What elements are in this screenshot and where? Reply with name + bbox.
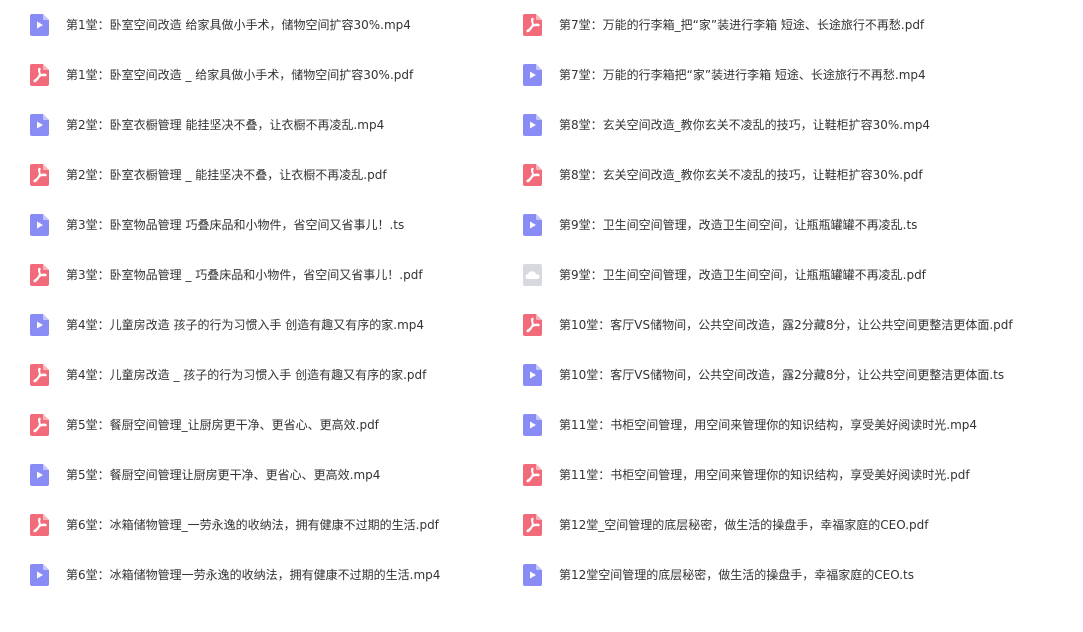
file-name: 第4堂：儿童房改造 孩子的行为习惯入手 创造有趣又有序的家.mp4	[66, 318, 425, 332]
pdf-icon	[523, 14, 542, 36]
file-name: 第4堂：儿童房改造 _ 孩子的行为习惯入手 创造有趣又有序的家.pdf	[66, 368, 427, 382]
pdf-icon	[30, 514, 49, 536]
pdf-icon	[30, 414, 49, 436]
file-name: 第10堂：客厅VS储物间，公共空间改造，露2分藏8分，让公共空间更整洁更体面.p…	[559, 318, 1013, 332]
pdf-icon	[30, 164, 49, 186]
file-item[interactable]: 第2堂：卧室衣橱管理 能挂坚决不叠，让衣橱不再凌乱.mp4	[30, 111, 384, 139]
file-name: 第5堂：餐厨空间管理让厨房更干净、更省心、更高效.mp4	[66, 468, 381, 482]
video-icon	[30, 14, 49, 36]
file-item[interactable]: 第10堂：客厅VS储物间，公共空间改造，露2分藏8分，让公共空间更整洁更体面.p…	[523, 311, 1013, 339]
file-item[interactable]: 第2堂：卧室衣橱管理 _ 能挂坚决不叠，让衣橱不再凌乱.pdf	[30, 161, 387, 189]
video-icon	[523, 364, 542, 386]
file-name: 第11堂：书柜空间管理，用空间来管理你的知识结构，享受美好阅读时光.mp4	[559, 418, 978, 432]
video-icon	[523, 414, 542, 436]
file-list: 第1堂：卧室空间改造 给家具做小手术，储物空间扩容30%.mp4 第1堂：卧室空间…	[0, 0, 1083, 632]
file-name: 第5堂：餐厨空间管理_让厨房更干净、更省心、更高效.pdf	[66, 418, 379, 432]
video-icon	[30, 114, 49, 136]
file-name: 第7堂：万能的行李箱把“家”装进行李箱 短途、长途旅行不再愁.mp4	[559, 68, 926, 82]
file-name: 第3堂：卧室物品管理 _ 巧叠床品和小物件，省空间又省事儿！.pdf	[66, 268, 423, 282]
pdf-icon	[523, 164, 542, 186]
file-name: 第7堂：万能的行李箱_把“家”装进行李箱 短途、长途旅行不再愁.pdf	[559, 18, 925, 32]
file-item[interactable]: 第3堂：卧室物品管理 巧叠床品和小物件，省空间又省事儿！.ts	[30, 211, 404, 239]
file-item[interactable]: 第9堂：卫生间空间管理，改造卫生间空间，让瓶瓶罐罐不再凌乱.pdf	[523, 261, 926, 289]
file-item[interactable]: 第12堂空间管理的底层秘密，做生活的操盘手，幸福家庭的CEO.ts	[523, 561, 914, 589]
file-name: 第6堂：冰箱储物管理_一劳永逸的收纳法，拥有健康不过期的生活.pdf	[66, 518, 439, 532]
file-name: 第9堂：卫生间空间管理，改造卫生间空间，让瓶瓶罐罐不再凌乱.ts	[559, 218, 918, 232]
file-name: 第9堂：卫生间空间管理，改造卫生间空间，让瓶瓶罐罐不再凌乱.pdf	[559, 268, 926, 282]
file-item[interactable]: 第4堂：儿童房改造 孩子的行为习惯入手 创造有趣又有序的家.mp4	[30, 311, 424, 339]
file-item[interactable]: 第11堂：书柜空间管理，用空间来管理你的知识结构，享受美好阅读时光.pdf	[523, 461, 970, 489]
file-name: 第2堂：卧室衣橱管理 _ 能挂坚决不叠，让衣橱不再凌乱.pdf	[66, 168, 387, 182]
pdf-icon	[30, 364, 49, 386]
file-item[interactable]: 第1堂：卧室空间改造 给家具做小手术，储物空间扩容30%.mp4	[30, 11, 411, 39]
pdf-icon	[523, 514, 542, 536]
file-name: 第11堂：书柜空间管理，用空间来管理你的知识结构，享受美好阅读时光.pdf	[559, 468, 970, 482]
file-item[interactable]: 第7堂：万能的行李箱_把“家”装进行李箱 短途、长途旅行不再愁.pdf	[523, 11, 924, 39]
file-item[interactable]: 第5堂：餐厨空间管理让厨房更干净、更省心、更高效.mp4	[30, 461, 380, 489]
file-item[interactable]: 第6堂：冰箱储物管理一劳永逸的收纳法，拥有健康不过期的生活.mp4	[30, 561, 440, 589]
file-item[interactable]: 第5堂：餐厨空间管理_让厨房更干净、更省心、更高效.pdf	[30, 411, 379, 439]
file-name: 第2堂：卧室衣橱管理 能挂坚决不叠，让衣橱不再凌乱.mp4	[66, 118, 385, 132]
file-item[interactable]: 第10堂：客厅VS储物间，公共空间改造，露2分藏8分，让公共空间更整洁更体面.t…	[523, 361, 1004, 389]
file-item[interactable]: 第8堂：玄关空间改造_教你玄关不凌乱的技巧，让鞋柜扩容30%.pdf	[523, 161, 923, 189]
pdf-icon	[523, 464, 542, 486]
file-name: 第6堂：冰箱储物管理一劳永逸的收纳法，拥有健康不过期的生活.mp4	[66, 568, 441, 582]
file-name: 第1堂：卧室空间改造 _ 给家具做小手术，储物空间扩容30%.pdf	[66, 68, 414, 82]
file-item[interactable]: 第6堂：冰箱储物管理_一劳永逸的收纳法，拥有健康不过期的生活.pdf	[30, 511, 439, 539]
video-icon	[523, 214, 542, 236]
video-icon	[30, 464, 49, 486]
video-icon	[30, 214, 49, 236]
file-name: 第10堂：客厅VS储物间，公共空间改造，露2分藏8分，让公共空间更整洁更体面.t…	[559, 368, 1005, 382]
file-item[interactable]: 第11堂：书柜空间管理，用空间来管理你的知识结构，享受美好阅读时光.mp4	[523, 411, 977, 439]
pdf-icon	[30, 64, 49, 86]
cloud-icon	[523, 264, 542, 286]
file-item[interactable]: 第3堂：卧室物品管理 _ 巧叠床品和小物件，省空间又省事儿！.pdf	[30, 261, 423, 289]
file-item[interactable]: 第7堂：万能的行李箱把“家”装进行李箱 短途、长途旅行不再愁.mp4	[523, 61, 926, 89]
file-item[interactable]: 第8堂：玄关空间改造_教你玄关不凌乱的技巧，让鞋柜扩容30%.mp4	[523, 111, 930, 139]
file-name: 第8堂：玄关空间改造_教你玄关不凌乱的技巧，让鞋柜扩容30%.pdf	[559, 168, 923, 182]
file-name: 第8堂：玄关空间改造_教你玄关不凌乱的技巧，让鞋柜扩容30%.mp4	[559, 118, 931, 132]
video-icon	[523, 564, 542, 586]
file-item[interactable]: 第12堂_空间管理的底层秘密，做生活的操盘手，幸福家庭的CEO.pdf	[523, 511, 928, 539]
file-name: 第3堂：卧室物品管理 巧叠床品和小物件，省空间又省事儿！.ts	[66, 218, 405, 232]
video-icon	[523, 114, 542, 136]
pdf-icon	[30, 264, 49, 286]
file-item[interactable]: 第9堂：卫生间空间管理，改造卫生间空间，让瓶瓶罐罐不再凌乱.ts	[523, 211, 917, 239]
video-icon	[30, 564, 49, 586]
file-name: 第12堂_空间管理的底层秘密，做生活的操盘手，幸福家庭的CEO.pdf	[559, 518, 929, 532]
file-item[interactable]: 第1堂：卧室空间改造 _ 给家具做小手术，储物空间扩容30%.pdf	[30, 61, 413, 89]
video-icon	[30, 314, 49, 336]
pdf-icon	[523, 314, 542, 336]
file-item[interactable]: 第4堂：儿童房改造 _ 孩子的行为习惯入手 创造有趣又有序的家.pdf	[30, 361, 426, 389]
file-name: 第1堂：卧室空间改造 给家具做小手术，储物空间扩容30%.mp4	[66, 18, 411, 32]
video-icon	[523, 64, 542, 86]
file-name: 第12堂空间管理的底层秘密，做生活的操盘手，幸福家庭的CEO.ts	[559, 568, 914, 582]
